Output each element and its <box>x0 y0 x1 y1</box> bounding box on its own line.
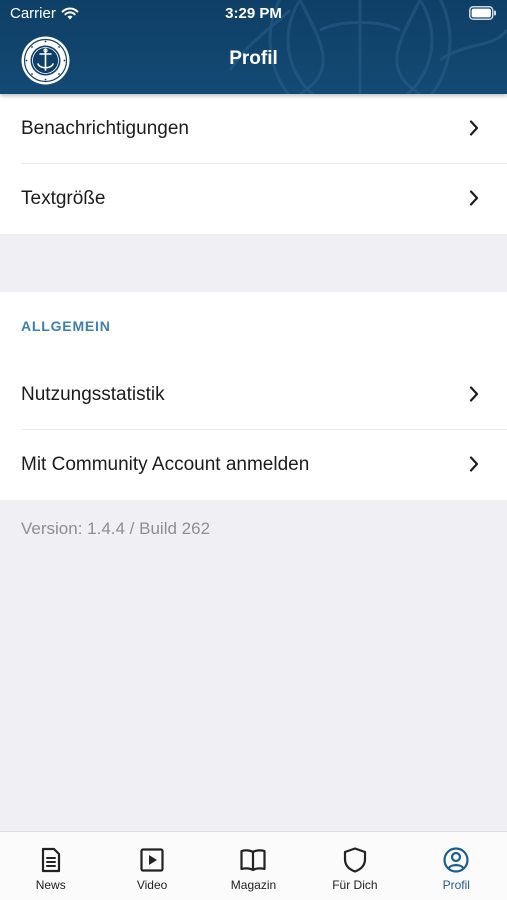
chevron-right-icon <box>469 456 479 472</box>
version-info: Version: 1.4.4 / Build 262 <box>21 519 211 538</box>
row-community-login[interactable]: Mit Community Account anmelden <box>0 430 507 500</box>
status-bar: Carrier 3:29 PM <box>0 0 507 28</box>
tab-bar: News Video Magazin Für Dich Profil <box>0 831 507 900</box>
nav-header: Carrier 3:29 PM Profil <box>0 0 507 94</box>
tab-label: Für Dich <box>332 878 378 892</box>
profile-icon <box>443 847 469 873</box>
tab-for-you[interactable]: Für Dich <box>304 832 405 900</box>
settings-group-general: ALLGEMEIN Nutzungsstatistik Mit Communit… <box>0 292 507 500</box>
tab-label: Video <box>136 878 168 892</box>
battery-icon <box>469 6 496 20</box>
row-usage-statistics[interactable]: Nutzungsstatistik <box>0 360 507 430</box>
chevron-right-icon <box>469 386 479 402</box>
tab-profile[interactable]: Profil <box>406 832 507 900</box>
status-time: 3:29 PM <box>225 5 282 22</box>
tab-label: News <box>35 878 66 892</box>
tab-magazine[interactable]: Magazin <box>203 832 304 900</box>
tab-label: Profil <box>442 878 470 892</box>
row-notifications[interactable]: Benachrichtigungen <box>0 94 507 164</box>
settings-group-display: Benachrichtigungen Textgröße <box>0 94 507 234</box>
section-title-general: ALLGEMEIN <box>21 318 111 334</box>
magazine-icon <box>240 849 267 872</box>
tab-label: Magazin <box>230 878 277 892</box>
row-label: Mit Community Account anmelden <box>21 454 310 475</box>
row-label: Nutzungsstatistik <box>21 384 165 405</box>
chevron-right-icon <box>469 190 479 206</box>
news-icon <box>41 847 60 873</box>
row-text-size[interactable]: Textgröße <box>0 164 507 234</box>
page-title: Profil <box>229 48 278 69</box>
row-label: Benachrichtigungen <box>21 118 189 139</box>
chevron-right-icon <box>469 120 479 136</box>
row-label: Textgröße <box>21 188 106 209</box>
shield-icon <box>343 847 366 873</box>
tab-video[interactable]: Video <box>101 832 202 900</box>
tab-news[interactable]: News <box>0 832 101 900</box>
video-icon <box>140 848 164 872</box>
